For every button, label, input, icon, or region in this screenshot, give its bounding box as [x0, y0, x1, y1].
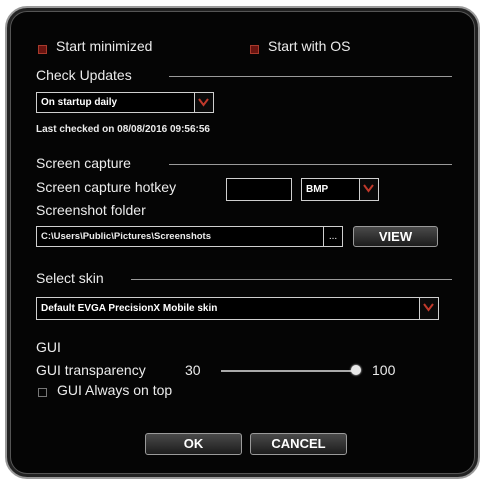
chevron-down-icon[interactable] [194, 93, 213, 112]
gui-transparency-slider-knob[interactable] [351, 365, 361, 375]
view-folder-button[interactable]: VIEW [353, 226, 438, 247]
chevron-down-icon[interactable] [419, 298, 438, 319]
gui-transparency-max: 100 [372, 362, 396, 378]
update-frequency-value: On startup daily [41, 97, 118, 108]
skin-dropdown[interactable]: Default EVGA PrecisionX Mobile skin [36, 297, 439, 320]
gui-transparency-slider[interactable] [221, 370, 359, 372]
settings-window: Start minimized Start with OS Check Upda… [5, 6, 480, 479]
select-skin-divider [131, 279, 452, 280]
start-with-os-label: Start with OS [268, 38, 351, 54]
chevron-down-icon[interactable] [359, 179, 378, 200]
gui-transparency-min: 30 [185, 362, 201, 378]
screen-capture-heading: Screen capture [36, 155, 131, 171]
update-frequency-dropdown[interactable]: On startup daily [36, 92, 214, 113]
gui-always-on-top-label: GUI Always on top [57, 382, 173, 398]
gui-transparency-label: GUI transparency [36, 362, 146, 378]
screenshot-folder-input[interactable]: C:\Users\Public\Pictures\Screenshots ... [36, 226, 343, 247]
capture-format-dropdown[interactable]: BMP [301, 178, 379, 201]
capture-format-value: BMP [306, 184, 329, 195]
screen-capture-hotkey-input[interactable] [226, 178, 292, 201]
screen-capture-divider [169, 164, 452, 165]
start-with-os-checkbox[interactable] [250, 45, 259, 54]
start-minimized-label: Start minimized [56, 38, 153, 54]
last-checked-text: Last checked on 08/08/2016 09:56:56 [36, 124, 210, 135]
ok-button[interactable]: OK [145, 433, 242, 455]
screen-capture-hotkey-label: Screen capture hotkey [36, 179, 177, 195]
check-updates-heading: Check Updates [36, 67, 132, 83]
cancel-button[interactable]: CANCEL [250, 433, 347, 455]
screenshot-folder-label: Screenshot folder [36, 202, 146, 218]
gui-always-on-top-checkbox[interactable] [38, 388, 47, 397]
browse-folder-button[interactable]: ... [323, 227, 342, 246]
start-minimized-checkbox[interactable] [38, 45, 47, 54]
select-skin-heading: Select skin [36, 270, 104, 286]
check-updates-divider [169, 76, 452, 77]
gui-heading: GUI [36, 339, 61, 355]
screenshot-folder-path: C:\Users\Public\Pictures\Screenshots [41, 231, 212, 242]
skin-value: Default EVGA PrecisionX Mobile skin [41, 303, 218, 314]
